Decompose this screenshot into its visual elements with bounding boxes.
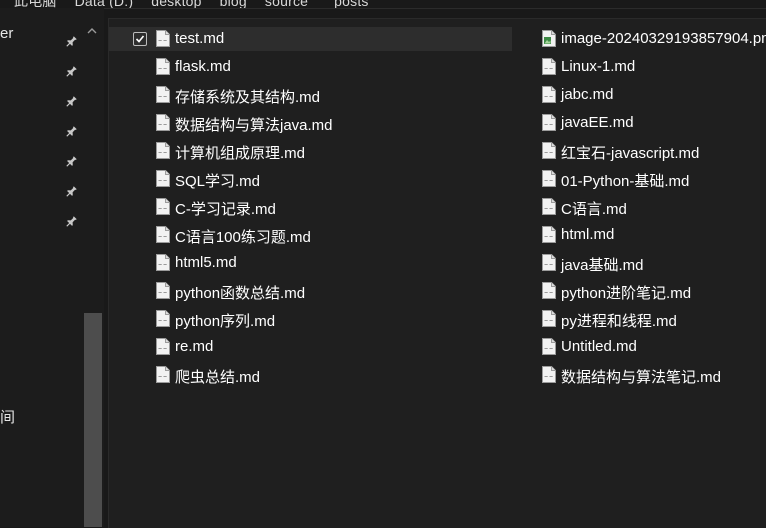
pin-icon[interactable]: [64, 155, 78, 169]
markdown-file-icon: [542, 86, 556, 103]
file-item[interactable]: 数据结构与算法java.md: [109, 111, 512, 135]
file-item[interactable]: html.md: [495, 223, 766, 247]
markdown-file-icon: [542, 198, 556, 215]
file-item[interactable]: python进阶笔记.md: [495, 279, 766, 303]
markdown-file-icon: [542, 338, 556, 355]
file-list: test.md flask.md 存储系统及其结构.md 数据结构与算法java.md…: [108, 18, 766, 528]
markdown-file-icon: [542, 310, 556, 327]
markdown-file-icon: [156, 30, 170, 47]
file-item[interactable]: Untitled.md: [495, 335, 766, 359]
markdown-file-icon: [156, 366, 170, 383]
file-item[interactable]: 爬虫总结.md: [109, 363, 512, 387]
file-name: flask.md: [175, 58, 231, 75]
markdown-file-icon: [542, 170, 556, 187]
file-item[interactable]: C语言.md: [495, 195, 766, 219]
image-file-icon: [542, 30, 556, 47]
file-item[interactable]: C语言100练习题.md: [109, 223, 512, 247]
file-name: Linux-1.md: [561, 58, 636, 75]
file-name: 01-Python-基础.md: [561, 173, 690, 190]
file-name: jabc.md: [561, 86, 614, 103]
file-name: 爬虫总结.md: [175, 369, 261, 386]
file-item[interactable]: 存储系统及其结构.md: [109, 83, 512, 107]
file-item[interactable]: re.md: [109, 335, 512, 359]
file-name: C语言.md: [561, 201, 627, 218]
file-name: 存储系统及其结构.md: [175, 89, 321, 106]
breadcrumb-item[interactable]: _posts: [326, 0, 368, 8]
file-name: html5.md: [175, 254, 237, 271]
file-name: re.md: [175, 338, 214, 355]
breadcrumb[interactable]: 此电脑 Data (D:) desktop blog source _posts: [0, 0, 766, 9]
file-name: image-20240329193857904.png: [561, 30, 766, 47]
file-name: javaEE.md: [561, 114, 634, 131]
nav-item-label[interactable]: 间: [0, 406, 15, 427]
file-item[interactable]: 01-Python-基础.md: [495, 167, 766, 191]
file-item[interactable]: html5.md: [109, 251, 512, 275]
file-name: SQL学习.md: [175, 173, 261, 190]
pin-icon[interactable]: [64, 125, 78, 139]
breadcrumb-item[interactable]: source: [265, 0, 308, 8]
chevron-up-icon[interactable]: [86, 25, 98, 37]
navigation-pane: er 间: [0, 8, 104, 527]
file-item[interactable]: C-学习记录.md: [109, 195, 512, 219]
file-item[interactable]: 数据结构与算法笔记.md: [495, 363, 766, 387]
file-item[interactable]: java基础.md: [495, 251, 766, 275]
file-name: 红宝石-javascript.md: [561, 145, 700, 162]
breadcrumb-item[interactable]: desktop: [151, 0, 201, 8]
markdown-file-icon: [542, 226, 556, 243]
file-name: html.md: [561, 226, 615, 243]
markdown-file-icon: [156, 282, 170, 299]
file-item[interactable]: jabc.md: [495, 83, 766, 107]
file-item[interactable]: flask.md: [109, 55, 512, 79]
file-name: test.md: [175, 30, 225, 47]
file-name: python函数总结.md: [175, 285, 306, 302]
file-name: python进阶笔记.md: [561, 285, 692, 302]
pin-icon[interactable]: [64, 185, 78, 199]
markdown-file-icon: [542, 366, 556, 383]
markdown-file-icon: [542, 58, 556, 75]
pin-icon[interactable]: [64, 35, 78, 49]
file-name: C语言100练习题.md: [175, 229, 311, 246]
file-item[interactable]: 红宝石-javascript.md: [495, 139, 766, 163]
markdown-file-icon: [156, 226, 170, 243]
markdown-file-icon: [156, 198, 170, 215]
file-item[interactable]: py进程和线程.md: [495, 307, 766, 331]
file-name: 计算机组成原理.md: [175, 145, 306, 162]
file-name: Untitled.md: [561, 338, 637, 355]
file-item[interactable]: image-20240329193857904.png: [495, 27, 766, 51]
pin-icon[interactable]: [64, 95, 78, 109]
file-item[interactable]: 计算机组成原理.md: [109, 139, 512, 163]
markdown-file-icon: [542, 114, 556, 131]
markdown-file-icon: [156, 338, 170, 355]
file-name: 数据结构与算法笔记.md: [561, 369, 722, 386]
markdown-file-icon: [156, 170, 170, 187]
file-name: python序列.md: [175, 313, 276, 330]
selection-checkbox[interactable]: [133, 32, 147, 46]
file-name: java基础.md: [561, 257, 644, 274]
file-item[interactable]: javaEE.md: [495, 111, 766, 135]
markdown-file-icon: [156, 310, 170, 327]
markdown-file-icon: [156, 142, 170, 159]
file-item[interactable]: test.md: [109, 27, 512, 51]
pin-icon[interactable]: [64, 215, 78, 229]
markdown-file-icon: [156, 86, 170, 103]
breadcrumb-item[interactable]: blog: [220, 0, 247, 8]
file-item[interactable]: Linux-1.md: [495, 55, 766, 79]
file-name: C-学习记录.md: [175, 201, 276, 218]
markdown-file-icon: [156, 114, 170, 131]
file-name: 数据结构与算法java.md: [175, 117, 333, 134]
markdown-file-icon: [542, 282, 556, 299]
nav-scrollbar-thumb[interactable]: [84, 313, 102, 527]
markdown-file-icon: [156, 254, 170, 271]
markdown-file-icon: [542, 142, 556, 159]
markdown-file-icon: [156, 58, 170, 75]
file-item[interactable]: python序列.md: [109, 307, 512, 331]
file-item[interactable]: python函数总结.md: [109, 279, 512, 303]
file-name: py进程和线程.md: [561, 313, 677, 330]
nav-item-label[interactable]: er: [0, 25, 13, 42]
markdown-file-icon: [542, 254, 556, 271]
pin-icon[interactable]: [64, 65, 78, 79]
file-item[interactable]: SQL学习.md: [109, 167, 512, 191]
